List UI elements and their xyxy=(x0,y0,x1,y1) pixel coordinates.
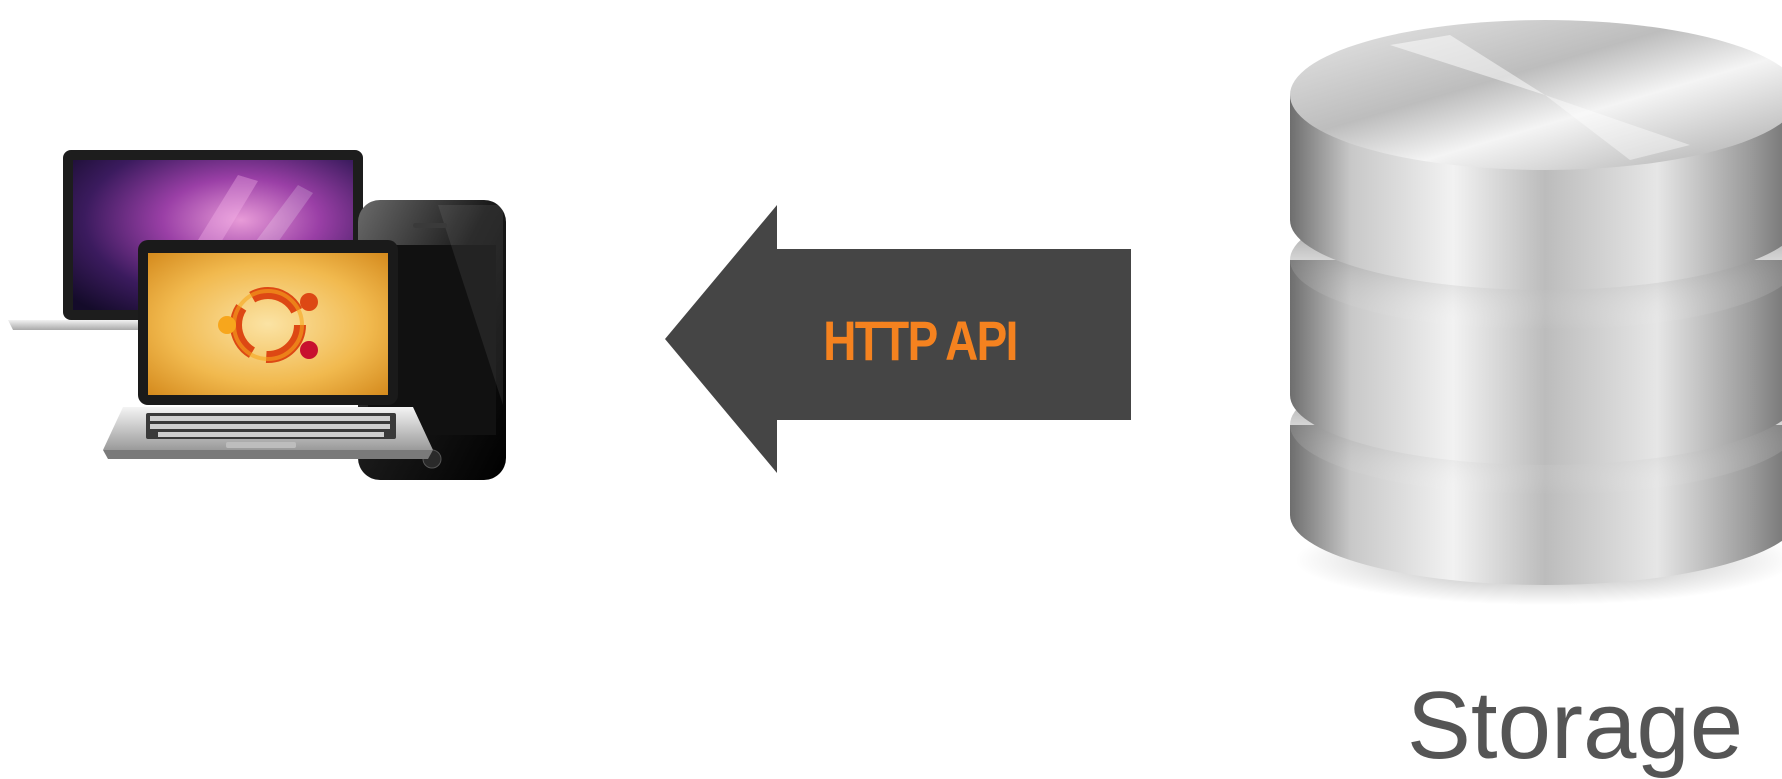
netbook-icon xyxy=(103,240,433,459)
client-devices xyxy=(8,145,528,515)
connector-label: HTTP API xyxy=(823,308,1018,372)
storage-label: Storage xyxy=(1406,672,1744,779)
database-icon xyxy=(1270,5,1782,610)
